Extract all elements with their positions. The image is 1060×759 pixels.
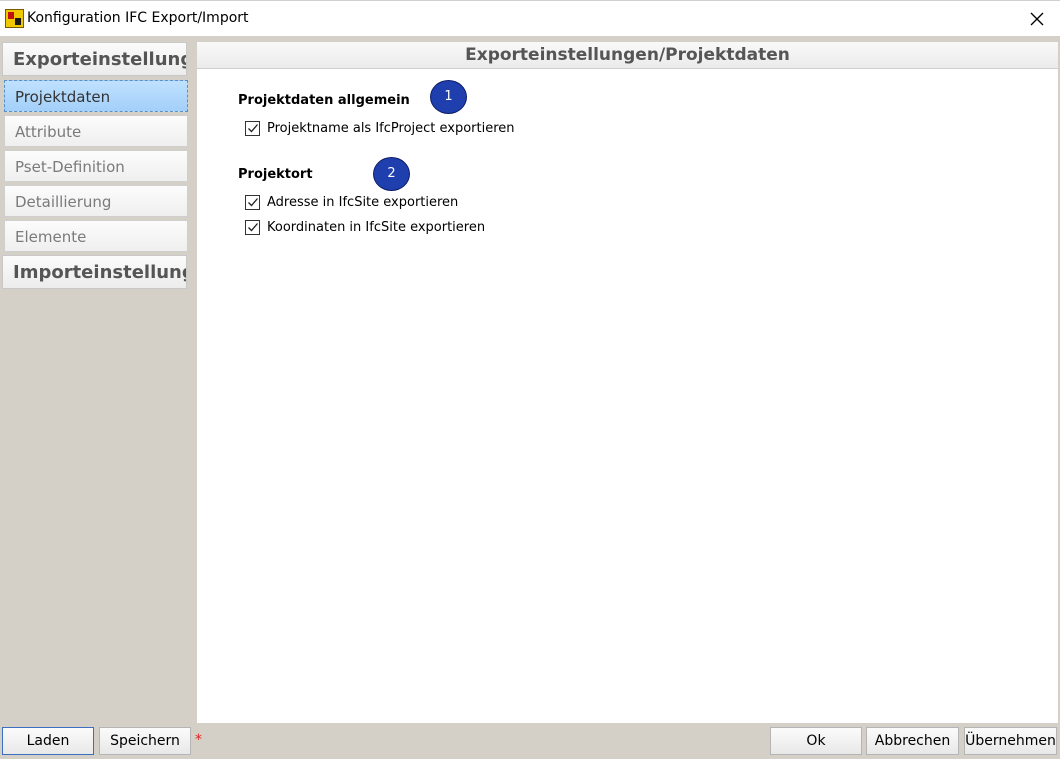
app-logo-icon <box>5 9 24 28</box>
checkbox-box[interactable] <box>245 194 260 210</box>
callout-badge-1: 1 <box>430 80 467 114</box>
sidebar-item-attribute[interactable]: Attribute <box>4 115 188 147</box>
content-panel: Exporteinstellungen/Projektdaten Projekt… <box>197 42 1058 723</box>
ok-button[interactable]: Ok <box>770 727 862 755</box>
close-button[interactable] <box>1014 1 1060 37</box>
checkbox-label: Adresse in IfcSite exportieren <box>267 194 459 210</box>
title-bar: Konfiguration IFC Export/Import <box>0 0 1060 37</box>
cancel-button[interactable]: Abbrechen <box>866 727 959 755</box>
sidebar-item-elemente[interactable]: Elemente <box>4 220 188 252</box>
checkbox-box[interactable] <box>245 219 260 235</box>
checkbox-koordinaten[interactable]: Koordinaten in IfcSite exportieren <box>245 218 485 236</box>
checkmark-icon <box>247 223 258 232</box>
sidebar-header-export[interactable]: Exporteinstellungen <box>2 42 187 76</box>
save-button[interactable]: Speichern <box>99 727 191 755</box>
section-title-projektort: Projektort <box>238 167 313 182</box>
sidebar-item-detaillierung[interactable]: Detaillierung <box>4 185 188 217</box>
checkbox-label: Koordinaten in IfcSite exportieren <box>267 219 486 235</box>
window-title: Konfiguration IFC Export/Import <box>27 10 249 26</box>
checkbox-box[interactable] <box>245 120 260 136</box>
checkmark-icon <box>247 198 258 207</box>
content-title: Exporteinstellungen/Projektdaten <box>197 42 1058 69</box>
section-title-projektdaten: Projektdaten allgemein <box>238 93 410 108</box>
callout-badge-2: 2 <box>373 157 410 191</box>
apply-button[interactable]: Übernehmen <box>964 727 1057 755</box>
checkbox-adresse[interactable]: Adresse in IfcSite exportieren <box>245 193 458 211</box>
checkbox-projektname[interactable]: Projektname als IfcProject exportieren <box>245 119 515 137</box>
checkmark-icon <box>247 124 258 133</box>
unsaved-indicator: * <box>195 732 202 748</box>
sidebar-item-pset-definition[interactable]: Pset-Definition <box>4 150 188 182</box>
sidebar-header-import[interactable]: Importeinstellungen <box>2 255 187 289</box>
checkbox-label: Projektname als IfcProject exportieren <box>267 120 515 136</box>
load-button[interactable]: Laden <box>2 727 94 755</box>
sidebar-item-projektdaten[interactable]: Projektdaten <box>4 80 188 112</box>
close-icon <box>1030 12 1044 26</box>
